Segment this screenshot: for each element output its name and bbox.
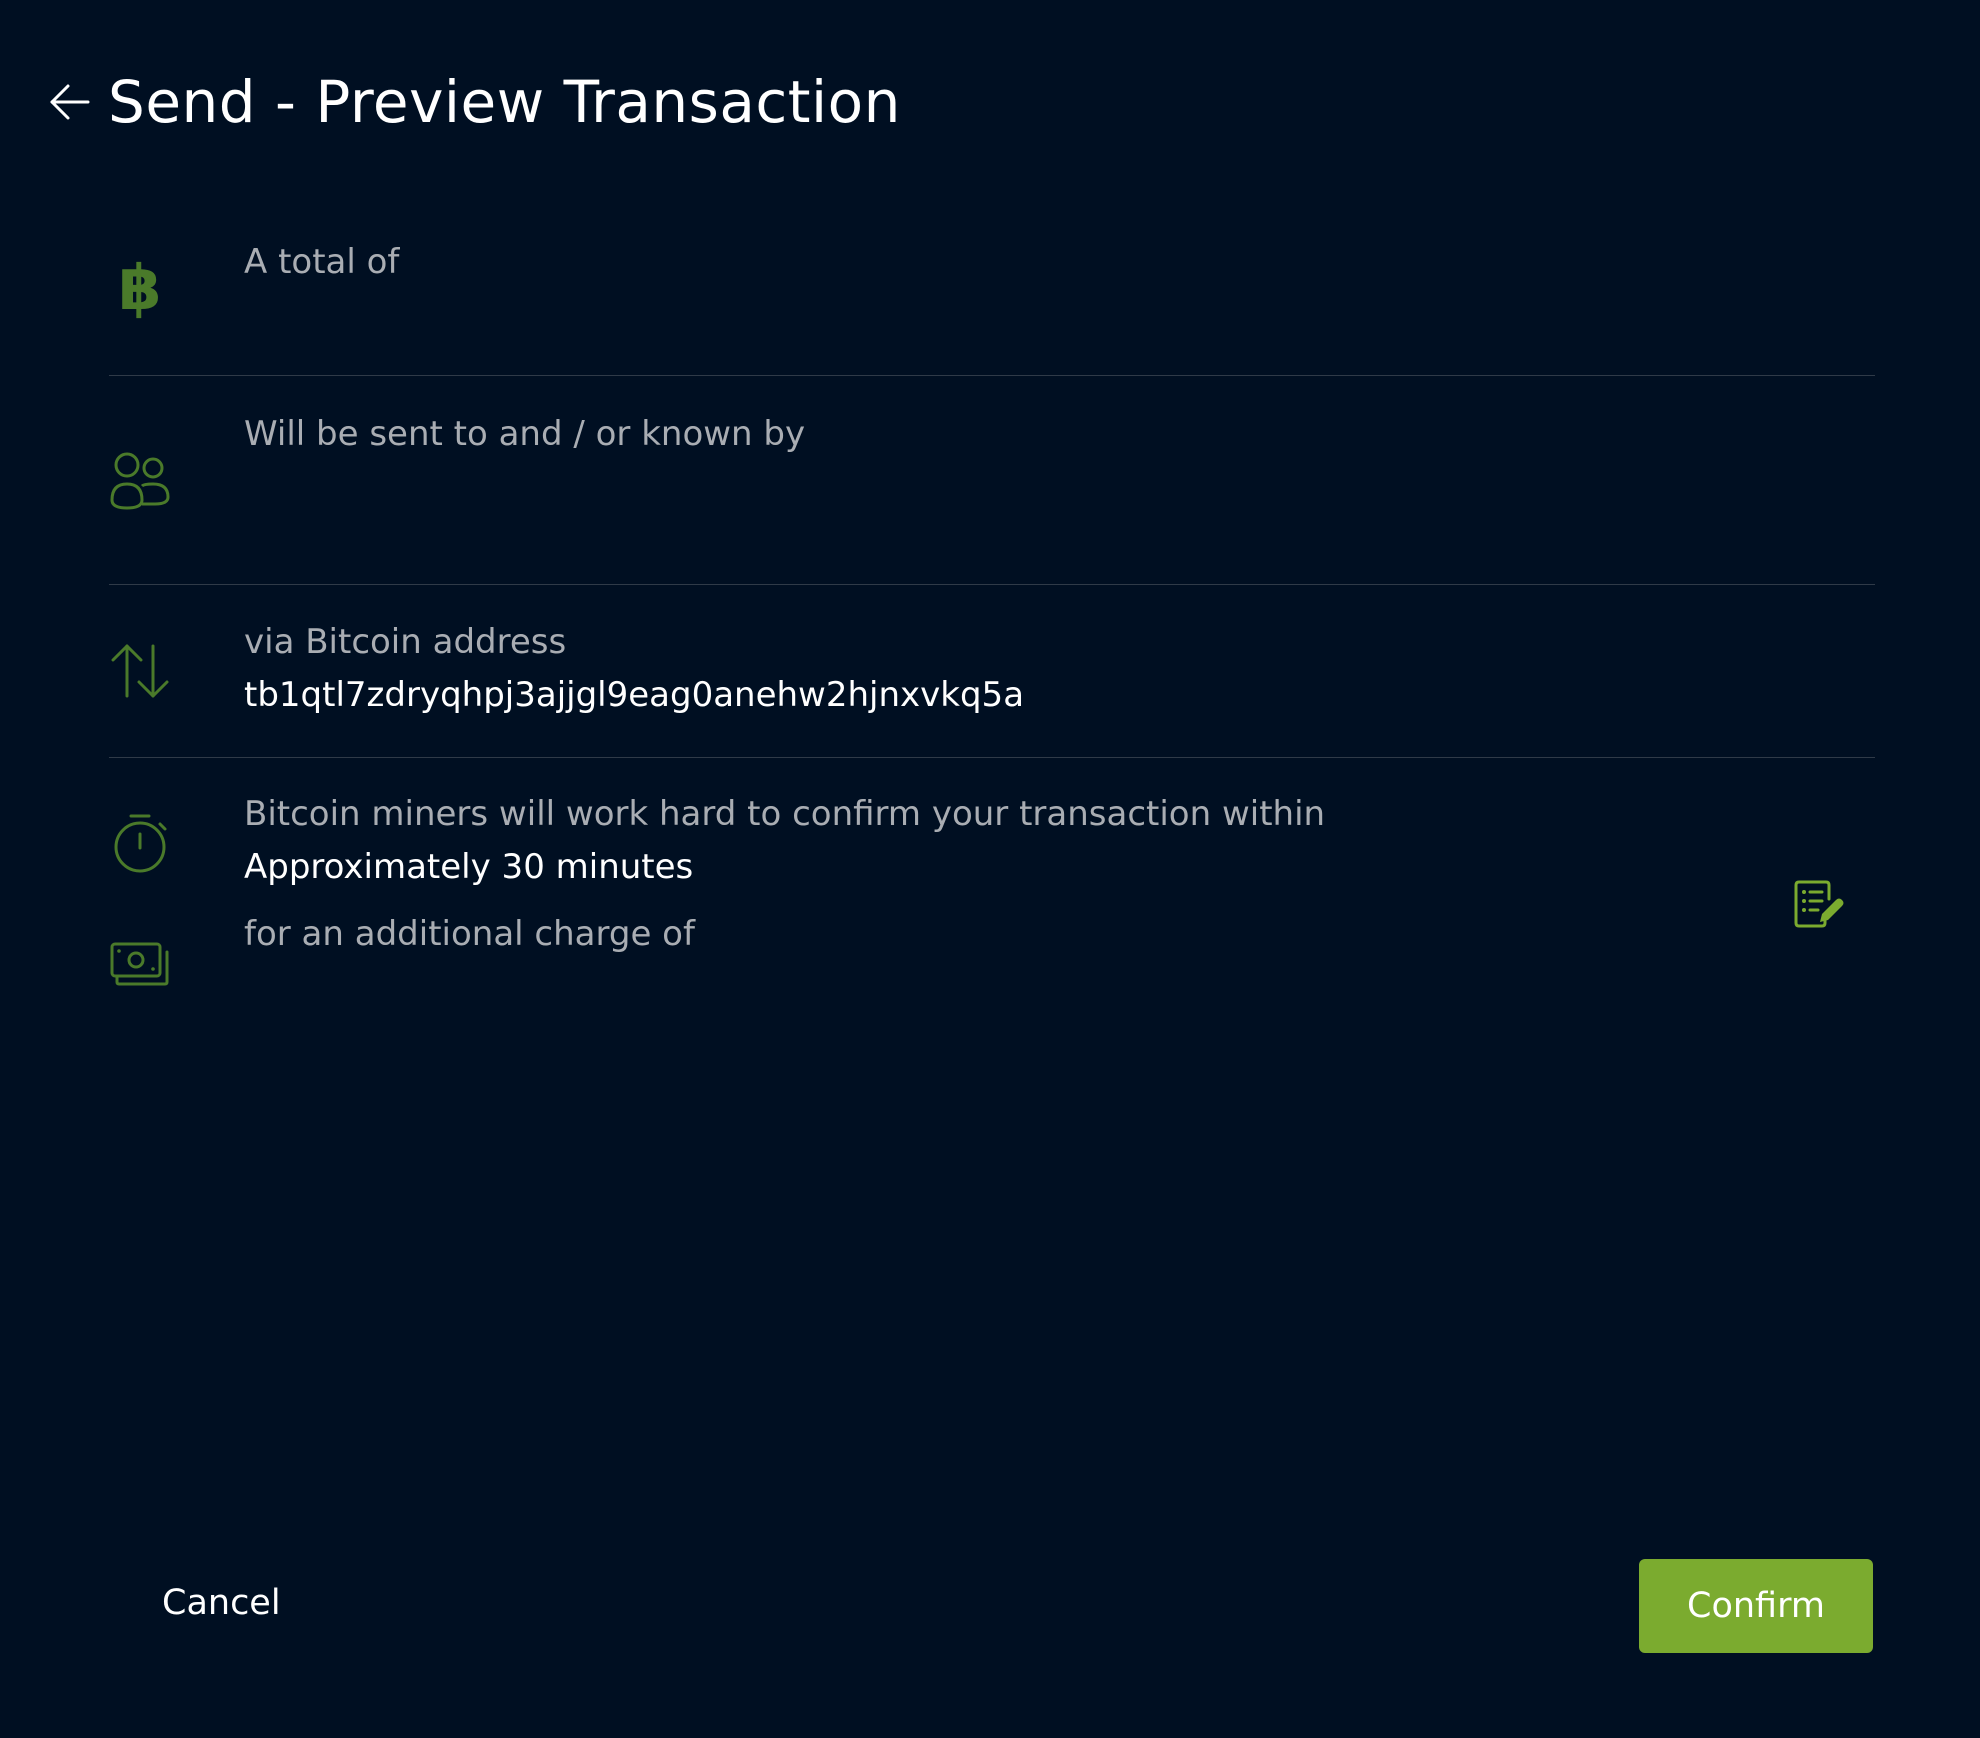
page-title: Send - Preview Transaction (108, 68, 901, 136)
banknotes-icon (109, 932, 171, 994)
confirm-button[interactable]: Confirm (1639, 1559, 1873, 1653)
cancel-button[interactable]: Cancel (126, 1556, 317, 1650)
recipient-row: Will be sent to and / or known by (109, 402, 1875, 582)
recipient-label: Will be sent to and / or known by (244, 414, 806, 454)
svg-text:฿: ฿ (118, 255, 161, 319)
address-label: via Bitcoin address (244, 622, 567, 662)
address-row: via Bitcoin address tb1qtl7zdryqhpj3ajjg… (109, 612, 1875, 752)
divider-1 (109, 375, 1875, 376)
divider-2 (109, 584, 1875, 585)
bitcoin-address: tb1qtl7zdryqhpj3ajjgl9eag0anehw2hjnxvkq5… (244, 675, 1025, 715)
edit-fee-button[interactable] (1790, 876, 1846, 932)
back-button[interactable] (46, 78, 94, 126)
divider-3 (109, 757, 1875, 758)
confirmation-label: Bitcoin miners will work hard to confirm… (244, 794, 1326, 834)
fee-row: Bitcoin miners will work hard to confirm… (109, 780, 1875, 1020)
confirmation-time: Approximately 30 minutes (244, 847, 694, 887)
total-row: ฿ A total of (109, 230, 1875, 370)
users-icon (109, 450, 171, 512)
fee-label: for an additional charge of (244, 914, 695, 954)
arrows-up-down-icon (109, 640, 171, 702)
page-header: Send - Preview Transaction (46, 62, 901, 142)
stopwatch-icon (109, 812, 171, 874)
edit-list-icon (1794, 880, 1844, 928)
arrow-left-icon (50, 84, 90, 120)
total-label: A total of (244, 242, 400, 282)
bitcoin-icon: ฿ (109, 255, 171, 319)
